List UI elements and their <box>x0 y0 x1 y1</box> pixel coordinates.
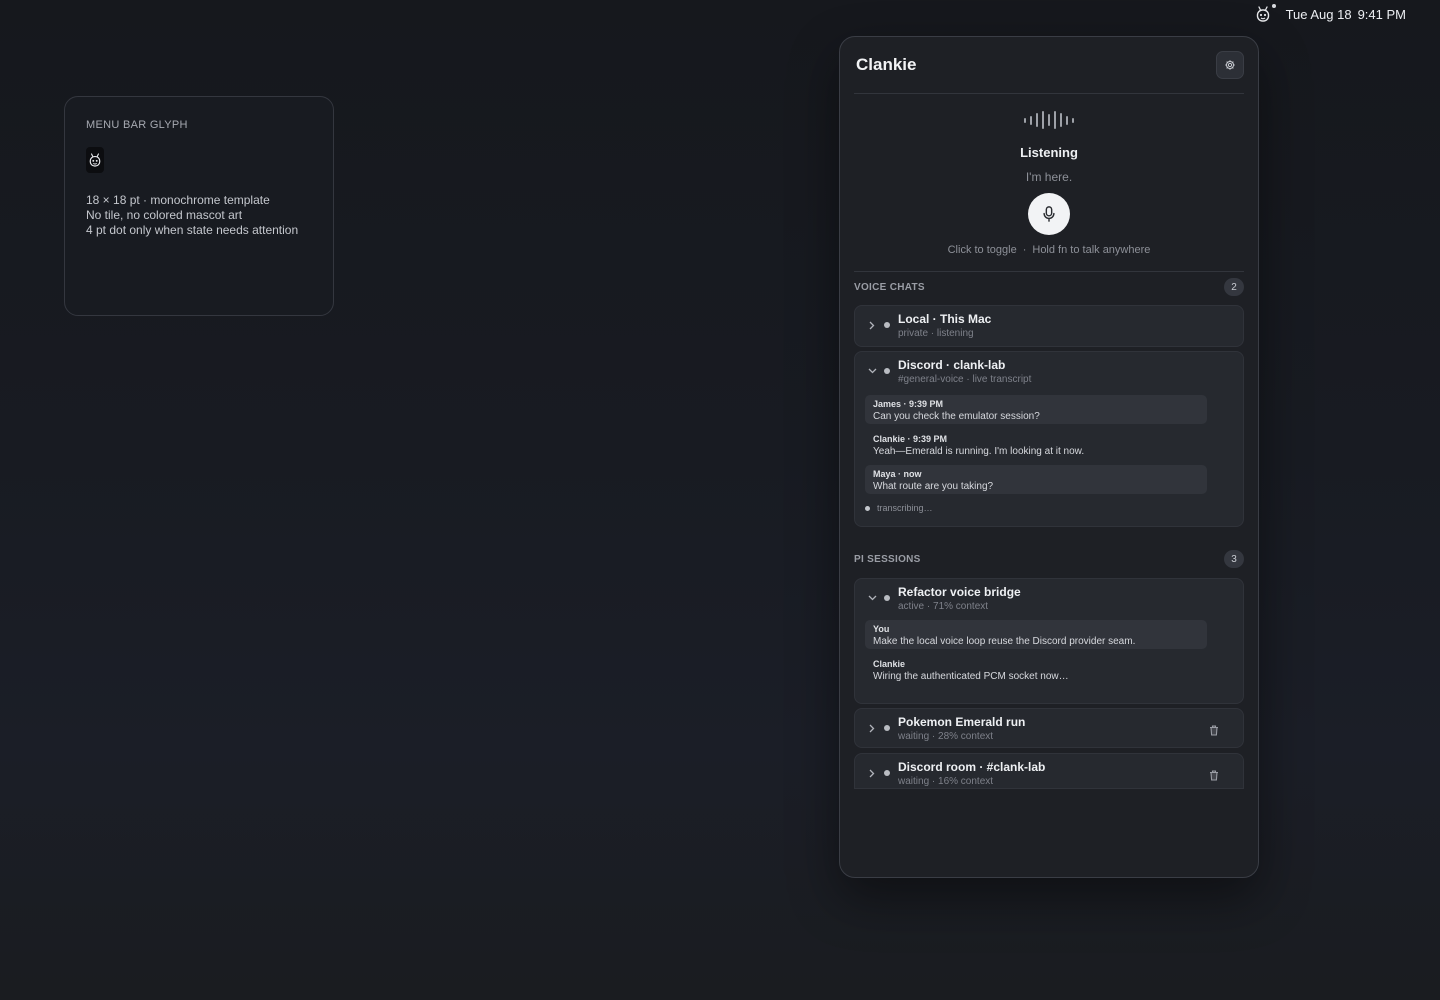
voice-chat-item-local[interactable]: Local · This Mac private · listening <box>854 305 1244 347</box>
mascot-glyph-icon <box>86 147 104 173</box>
glyph-spec-line: No tile, no colored mascot art <box>86 208 243 222</box>
microphone-icon <box>1043 206 1055 222</box>
pi-sessions-label: PI SESSIONS <box>854 553 921 565</box>
attention-dot <box>1271 4 1276 8</box>
voice-chats-count-badge: 2 <box>1224 278 1244 296</box>
message-text: Wiring the authenticated PCM socket now… <box>873 671 1069 682</box>
pi-sessions-count-badge: 3 <box>1224 550 1244 568</box>
microphone-toggle-button[interactable] <box>1028 193 1070 235</box>
message-text: Yeah—Emerald is running. I'm looking at … <box>873 446 1085 457</box>
trash-icon[interactable] <box>1209 723 1221 736</box>
status-dot <box>884 770 890 776</box>
hint-hold-fn: Hold fn to talk anywhere <box>1032 244 1151 256</box>
transcribing-dot <box>865 505 870 511</box>
chevron-down-icon[interactable] <box>867 366 877 376</box>
clankie-panel: Clankie Listening I'm here. Click to tog… <box>839 36 1259 878</box>
voice-chat-subtitle: #general-voice · live transcript <box>898 374 1032 385</box>
glyph-spec-line: 4 pt dot only when state needs attention <box>86 223 299 237</box>
voice-hints: Click to toggle · Hold fn to talk anywhere <box>840 244 1258 256</box>
menubar-time[interactable]: 9:41 PM <box>1358 7 1406 22</box>
pi-session-subtitle: active · 71% context <box>898 601 989 612</box>
transcribing-label: transcribing… <box>877 503 933 513</box>
pi-session-item-discord-room[interactable]: Discord room · #clank-lab waiting · 16% … <box>854 753 1244 789</box>
session-message: Clankie Wiring the authenticated PCM soc… <box>865 655 1207 684</box>
listening-subtitle: I'm here. <box>1025 170 1073 184</box>
pi-session-item-pokemon[interactable]: Pokemon Emerald run waiting · 28% contex… <box>854 708 1244 748</box>
voice-chat-row[interactable]: Local · This Mac private · listening <box>855 306 1243 346</box>
voice-chats-label: VOICE CHATS <box>854 281 925 293</box>
message-meta: You <box>873 624 890 634</box>
status-dot <box>884 368 890 374</box>
menu-bar-glyph-card: MENU BAR GLYPH 18 × 18 pt · monochrome t… <box>64 96 334 316</box>
gear-icon <box>1225 60 1235 70</box>
pi-session-subtitle: waiting · 16% context <box>898 776 994 787</box>
hint-toggle: Click to toggle <box>947 244 1017 256</box>
glyph-spec-lines: 18 × 18 pt · monochrome template No tile… <box>86 193 312 238</box>
voice-chat-item-discord[interactable]: Discord · clank-lab #general-voice · liv… <box>854 351 1244 527</box>
message-meta: James · 9:39 PM <box>873 399 944 409</box>
menu-bar: Tue Aug 18 9:41 PM <box>1254 0 1440 28</box>
transcript-message: James · 9:39 PM Can you check the emulat… <box>865 395 1207 424</box>
pi-session-item-refactor[interactable]: Refactor voice bridge active · 71% conte… <box>854 578 1244 704</box>
session-message: You Make the local voice loop reuse the … <box>865 620 1207 649</box>
pi-session-row[interactable]: Refactor voice bridge active · 71% conte… <box>855 579 1243 619</box>
glyph-spec-line: 18 × 18 pt · monochrome template <box>86 193 270 207</box>
message-text: Make the local voice loop reuse the Disc… <box>873 636 1136 647</box>
voice-chat-subtitle: private · listening <box>898 328 974 339</box>
status-dot <box>884 322 890 328</box>
chevron-down-icon[interactable] <box>867 593 877 603</box>
message-meta: Clankie · 9:39 PM <box>873 434 948 444</box>
pi-sessions-header: PI SESSIONS 3 <box>854 550 1244 568</box>
panel-header: Clankie <box>854 37 1244 94</box>
message-text: What route are you taking? <box>873 481 994 492</box>
glyph-card-eyebrow: MENU BAR GLYPH <box>86 119 188 131</box>
pi-session-title: Pokemon Emerald run <box>898 715 1026 729</box>
pi-session-row[interactable]: Discord room · #clank-lab waiting · 16% … <box>855 754 1243 788</box>
settings-button[interactable] <box>1216 51 1244 79</box>
menubar-date[interactable]: Tue Aug 18 <box>1286 7 1352 22</box>
pi-session-title: Discord room · #clank-lab <box>898 760 1046 774</box>
voice-chat-title: Local · This Mac <box>898 312 992 326</box>
chevron-right-icon[interactable] <box>867 768 877 778</box>
status-dot <box>884 595 890 601</box>
pi-session-subtitle: waiting · 28% context <box>898 731 994 742</box>
pi-session-row[interactable]: Pokemon Emerald run waiting · 28% contex… <box>855 709 1243 749</box>
clankie-mascot-icon[interactable] <box>1254 4 1276 23</box>
transcript-message: Maya · now What route are you taking? <box>865 465 1207 494</box>
message-text: Can you check the emulator session? <box>873 411 1040 422</box>
status-dot <box>884 725 890 731</box>
waveform-icon <box>840 109 1258 131</box>
listening-section: Listening I'm here. Click to toggle · Hold… <box>840 109 1258 256</box>
pi-session-title: Refactor voice bridge <box>898 585 1021 599</box>
voice-chats-header: VOICE CHATS 2 <box>854 278 1244 296</box>
transcribing-indicator: transcribing… <box>865 503 933 513</box>
trash-icon[interactable] <box>1209 768 1221 781</box>
message-meta: Maya · now <box>873 469 922 479</box>
hint-separator: · <box>1022 244 1027 256</box>
chevron-right-icon[interactable] <box>867 723 877 733</box>
voice-chat-title: Discord · clank-lab <box>898 358 1006 372</box>
message-meta: Clankie <box>873 659 906 669</box>
section-divider <box>854 271 1244 272</box>
listening-status: Listening <box>1020 145 1078 160</box>
transcript-message: Clankie · 9:39 PM Yeah—Emerald is runnin… <box>865 430 1207 459</box>
panel-title: Clankie <box>856 55 917 74</box>
voice-chat-row[interactable]: Discord · clank-lab #general-voice · liv… <box>855 352 1243 392</box>
chevron-right-icon[interactable] <box>867 320 877 330</box>
